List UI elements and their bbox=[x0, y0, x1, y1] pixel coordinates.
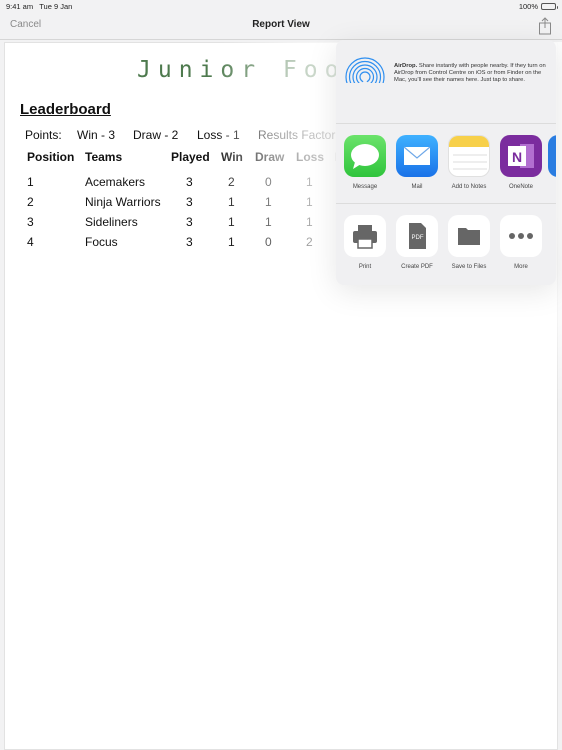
row2-draw: 1 bbox=[265, 195, 272, 209]
message-icon bbox=[344, 135, 386, 177]
row4-loss: 2 bbox=[306, 235, 313, 249]
airdrop-description: AirDrop. Share instantly with people nea… bbox=[394, 63, 550, 84]
save-to-files-button[interactable]: Save to Files bbox=[444, 215, 494, 270]
row1-team: Acemakers bbox=[85, 175, 146, 189]
row3-team: Sideliners bbox=[85, 215, 138, 229]
points-draw: Draw - 2 bbox=[133, 128, 179, 142]
battery-percent: 100% bbox=[518, 2, 538, 11]
row2-loss: 1 bbox=[306, 195, 313, 209]
table-header-teams: Teams bbox=[85, 150, 123, 164]
share-actions-row: Print PDF Create PDF Save to Files More bbox=[336, 204, 556, 285]
table-header-position: Position bbox=[27, 150, 75, 164]
more-icon bbox=[500, 215, 542, 257]
action-label: Save to Files bbox=[451, 264, 487, 270]
leaderboard-heading: Leaderboard bbox=[20, 101, 111, 118]
airdrop-section[interactable]: AirDrop. Share instantly with people nea… bbox=[336, 40, 556, 124]
table-header-loss: Loss bbox=[296, 150, 325, 164]
share-app-partial[interactable] bbox=[548, 135, 556, 177]
row4-team: Focus bbox=[85, 235, 118, 249]
row1-win: 2 bbox=[228, 175, 235, 189]
share-app-label: Mail bbox=[411, 184, 423, 190]
row4-win: 1 bbox=[228, 235, 235, 249]
airdrop-icon[interactable] bbox=[344, 56, 386, 98]
points-loss: Loss - 1 bbox=[197, 128, 240, 142]
table-header-played: Played bbox=[171, 150, 210, 164]
status-date: Tue 9 Jan bbox=[39, 2, 73, 11]
onenote-icon: N bbox=[500, 135, 542, 177]
airdrop-title: AirDrop. bbox=[394, 63, 418, 69]
share-app-mail[interactable]: Mail bbox=[392, 135, 442, 190]
svg-text:N: N bbox=[512, 149, 522, 165]
row3-draw: 1 bbox=[265, 215, 272, 229]
print-icon bbox=[344, 215, 386, 257]
status-time-date: 9:41 am Tue 9 Jan bbox=[6, 2, 72, 11]
pdf-badge-text: PDF bbox=[412, 235, 424, 241]
action-label: Print bbox=[358, 264, 372, 270]
share-app-label: Add to Notes bbox=[451, 184, 487, 190]
table-header-draw: Draw bbox=[255, 150, 285, 164]
points-results-factor: Results Factor bbox=[258, 128, 336, 142]
app-partial-icon bbox=[548, 135, 556, 177]
row3-loss: 1 bbox=[306, 215, 313, 229]
share-icon[interactable] bbox=[537, 17, 553, 35]
share-app-label: Message bbox=[352, 184, 378, 190]
action-label: Create PDF bbox=[401, 264, 433, 270]
action-label: More bbox=[514, 264, 528, 270]
airdrop-body: Share instantly with people nearby. If t… bbox=[394, 63, 546, 83]
row2-position: 2 bbox=[27, 195, 34, 209]
row2-team: Ninja Warriors bbox=[85, 195, 161, 209]
row3-position: 3 bbox=[27, 215, 34, 229]
create-pdf-button[interactable]: PDF Create PDF bbox=[392, 215, 442, 270]
row1-loss: 1 bbox=[306, 175, 313, 189]
row4-draw: 0 bbox=[265, 235, 272, 249]
page-title: Report View bbox=[252, 19, 310, 30]
row2-played: 3 bbox=[186, 195, 193, 209]
battery-icon bbox=[541, 3, 558, 10]
print-button[interactable]: Print bbox=[340, 215, 390, 270]
row2-win: 1 bbox=[228, 195, 235, 209]
share-app-message[interactable]: Message bbox=[340, 135, 390, 190]
row3-played: 3 bbox=[186, 215, 193, 229]
row1-draw: 0 bbox=[265, 175, 272, 189]
share-app-notes[interactable]: Add to Notes bbox=[444, 135, 494, 190]
mail-icon bbox=[396, 135, 438, 177]
row1-played: 3 bbox=[186, 175, 193, 189]
notes-icon bbox=[448, 135, 490, 177]
row3-win: 1 bbox=[228, 215, 235, 229]
row4-played: 3 bbox=[186, 235, 193, 249]
table-header-win: Win bbox=[221, 150, 243, 164]
navigation-bar: Cancel Report View bbox=[0, 12, 562, 40]
share-app-label: OneNote bbox=[508, 184, 533, 190]
status-right: 100% bbox=[518, 2, 558, 11]
status-bar: 9:41 am Tue 9 Jan 100% bbox=[0, 0, 562, 12]
row1-position: 1 bbox=[27, 175, 34, 189]
folder-icon bbox=[448, 215, 490, 257]
share-sheet: AirDrop. Share instantly with people nea… bbox=[336, 40, 556, 285]
share-apps-row: Message Mail Add to Notes N OneNote bbox=[336, 124, 556, 204]
pdf-icon: PDF bbox=[396, 215, 438, 257]
row4-position: 4 bbox=[27, 235, 34, 249]
points-label: Points: bbox=[25, 128, 62, 142]
status-time: 9:41 am bbox=[6, 2, 34, 11]
points-win: Win - 3 bbox=[77, 128, 116, 142]
share-app-onenote[interactable]: N OneNote bbox=[496, 135, 546, 190]
more-button[interactable]: More bbox=[496, 215, 546, 270]
